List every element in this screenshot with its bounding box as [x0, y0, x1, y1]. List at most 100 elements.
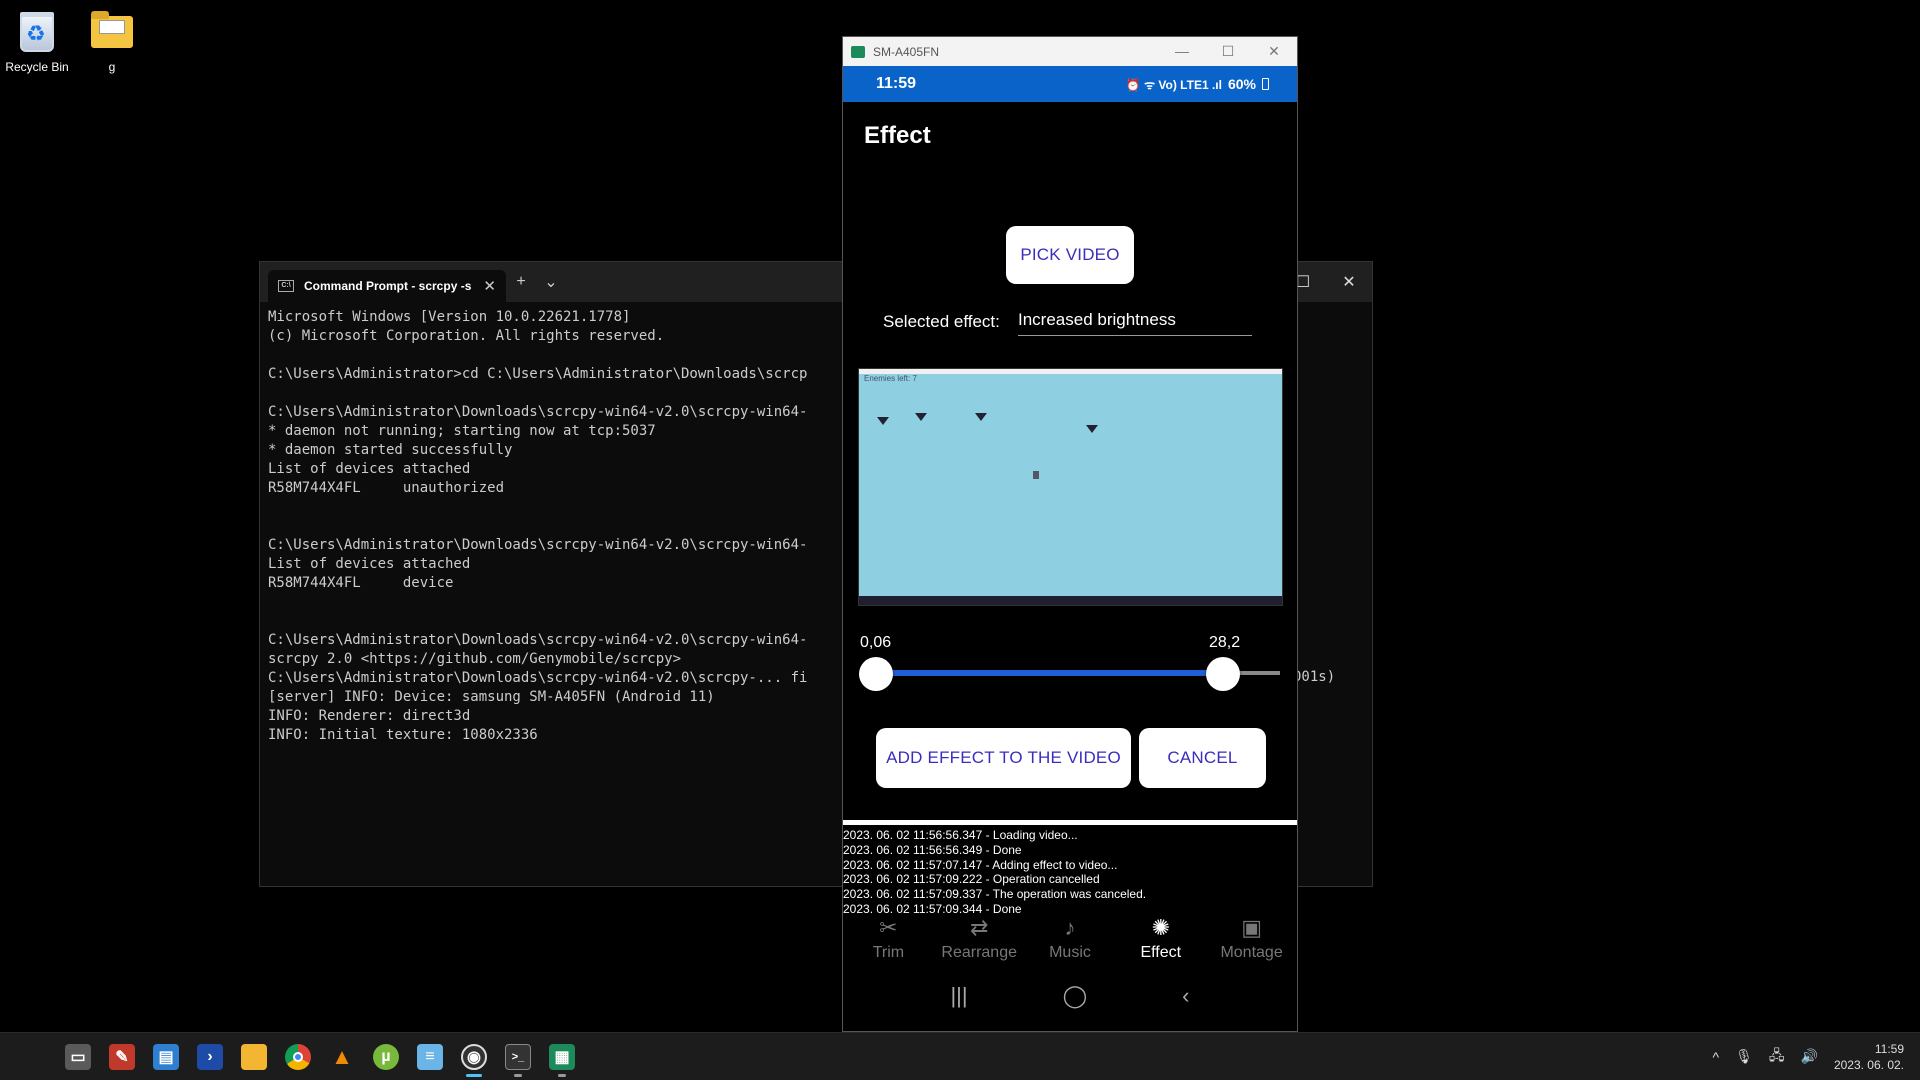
nav-music[interactable]: ♪ Music — [1025, 912, 1116, 972]
phone-minimize-button[interactable]: — — [1159, 43, 1205, 60]
terminal-overflow-text: 001s) — [1293, 669, 1336, 685]
recents-button[interactable]: ||| — [950, 983, 967, 1009]
scissors-icon: ✂ — [879, 915, 898, 940]
status-time: 11:59 — [876, 75, 917, 92]
enemy-sprite — [975, 413, 987, 421]
android-system-nav: ||| ◯ ‹ — [843, 976, 1297, 1016]
nav-label: Rearrange — [941, 944, 1017, 961]
phone-window-titlebar[interactable]: SM-A405FN — ☐ ✕ — [843, 37, 1297, 66]
folder-shortcut[interactable]: g — [76, 8, 148, 74]
remote-desktop-icon: ▤ — [153, 1043, 179, 1070]
system-tray: ^ 🎙 🖧 🔊 11:59 2023. 06. 02. — [1713, 1041, 1920, 1073]
taskbar-clock[interactable]: 11:59 2023. 06. 02. — [1834, 1041, 1904, 1073]
taskbar-chrome[interactable] — [276, 1035, 320, 1079]
nav-rearrange[interactable]: ⇄ Rearrange — [934, 912, 1025, 972]
desktop: Recycle Bin g C:\ Command Prompt - scrcp… — [0, 0, 1920, 1032]
task-view-icon: ▭ — [65, 1043, 91, 1070]
montage-icon: ▣ — [1241, 915, 1262, 940]
taskbar-scrcpy[interactable]: ▦ — [540, 1035, 584, 1079]
phone-maximize-button[interactable]: ☐ — [1205, 43, 1251, 60]
nav-trim[interactable]: ✂ Trim — [843, 912, 934, 972]
nav-effect[interactable]: ✺ Effect — [1115, 912, 1206, 972]
scrcpy-phone-window[interactable]: SM-A405FN — ☐ ✕ 11:59 ⏰ ᯤ Vo) LTE1 .ıl 6… — [842, 36, 1298, 1032]
android-status-bar: 11:59 ⏰ ᯤ Vo) LTE1 .ıl 60% — [843, 66, 1297, 102]
folder-icon — [91, 11, 133, 48]
volume-icon[interactable]: 🔊 — [1801, 1048, 1818, 1065]
taskbar-obs[interactable]: ◉ — [452, 1035, 496, 1079]
preview-taskbar — [859, 596, 1282, 605]
nav-label: Montage — [1220, 944, 1283, 961]
selected-effect-label: Selected effect: — [883, 312, 1000, 331]
enemy-sprite — [915, 413, 927, 421]
tab-dropdown-button[interactable]: ⌄ — [536, 272, 566, 292]
tray-chevron-icon[interactable]: ^ — [1713, 1049, 1720, 1065]
rearrange-icon: ⇄ — [969, 915, 989, 940]
phone-close-button[interactable]: ✕ — [1251, 43, 1297, 60]
log-line: 2023. 06. 02 11:56:56.347 - Loading vide… — [843, 828, 1078, 842]
folder-icon — [241, 1043, 267, 1070]
enemy-sprite — [1086, 425, 1098, 433]
taskbar-app-1[interactable]: ✎ — [100, 1035, 144, 1079]
status-icons: ⏰ ᯤ Vo) LTE1 .ıl — [1125, 77, 1222, 92]
recycle-bin-shortcut[interactable]: Recycle Bin — [1, 8, 73, 74]
scrcpy-app-icon — [851, 45, 865, 58]
microphone-icon[interactable]: 🎙 — [1735, 1048, 1753, 1065]
chrome-icon — [285, 1043, 311, 1070]
effect-screen: Effect PICK VIDEO Selected effect: Incre… — [843, 102, 1297, 1031]
terminal-icon: >_ — [505, 1043, 531, 1070]
taskbar-terminal[interactable]: >_ — [496, 1035, 540, 1079]
log-output: 2023. 06. 02 11:56:56.347 - Loading vide… — [843, 828, 1297, 917]
log-line: 2023. 06. 02 11:57:09.222 - Operation ca… — [843, 872, 1100, 887]
notepad-icon: ≡ — [417, 1043, 443, 1070]
home-button[interactable]: ◯ — [1063, 983, 1088, 1009]
terminal-tab-title: Command Prompt - scrcpy -s — [304, 279, 472, 293]
preview-caption: Enemies left: 7 — [864, 374, 917, 383]
terminal-tab[interactable]: C:\ Command Prompt - scrcpy -s ✕ — [268, 270, 506, 302]
desktop-icon-label: g — [108, 60, 116, 74]
log-line: 2023. 06. 02 11:57:09.337 - The operatio… — [843, 887, 1147, 902]
terminal-close-button[interactable]: ✕ — [1326, 262, 1372, 302]
cmd-icon: C:\ — [278, 280, 294, 292]
nav-montage[interactable]: ▣ Montage — [1206, 912, 1297, 972]
taskbar: ▭ ✎ ▤ › ▲ µ ≡ ◉ >_ ▦ ^ 🎙 🖧 🔊 11:59 2023.… — [0, 1032, 1920, 1080]
music-icon: ♪ — [1064, 915, 1076, 940]
powershell-icon: › — [197, 1043, 223, 1070]
range-max-label: 28,2 — [1209, 634, 1241, 651]
nav-label: Trim — [872, 944, 905, 961]
range-end-thumb[interactable] — [1206, 657, 1241, 691]
taskbar-app-2[interactable]: ▤ — [144, 1035, 188, 1079]
taskbar-notepad[interactable]: ≡ — [408, 1035, 452, 1079]
range-start-thumb[interactable] — [859, 657, 893, 691]
cancel-button[interactable]: CANCEL — [1139, 728, 1266, 788]
close-tab-icon[interactable]: ✕ — [483, 277, 496, 295]
taskbar-powershell[interactable]: › — [188, 1035, 232, 1079]
new-tab-button[interactable]: + — [506, 273, 536, 291]
battery-icon — [1262, 78, 1269, 90]
screen-title: Effect — [864, 122, 931, 149]
pick-video-button[interactable]: PICK VIDEO — [1006, 226, 1134, 284]
divider — [843, 820, 1297, 825]
nav-label: Effect — [1140, 944, 1182, 961]
selected-effect-dropdown[interactable]: Increased brightness — [1018, 310, 1252, 336]
windows-icon — [22, 1045, 46, 1069]
range-slider-fill — [876, 670, 1224, 676]
bottom-navigation: ✂ Trim ⇄ Rearrange ♪ Music ✺ Effect ▣ Mo… — [843, 912, 1297, 972]
start-button[interactable] — [12, 1035, 56, 1079]
scrcpy-icon: ▦ — [549, 1043, 575, 1070]
battery-level: 60% — [1227, 76, 1256, 92]
phone-window-title: SM-A405FN — [873, 44, 940, 59]
taskbar-vlc[interactable]: ▲ — [320, 1035, 364, 1079]
back-button[interactable]: ‹ — [1182, 983, 1189, 1009]
nav-label: Music — [1049, 944, 1091, 961]
taskbar-file-explorer[interactable] — [232, 1035, 276, 1079]
effect-icon: ✺ — [1151, 915, 1170, 940]
network-icon[interactable]: 🖧 — [1769, 1045, 1785, 1069]
taskbar-task-view[interactable]: ▭ — [56, 1035, 100, 1079]
add-effect-button[interactable]: ADD EFFECT TO THE VIDEO — [876, 728, 1131, 788]
video-preview[interactable]: Enemies left: 7 — [858, 368, 1283, 606]
enemy-sprite — [877, 417, 889, 425]
clock-date: 2023. 06. 02. — [1833, 1057, 1904, 1072]
vlc-icon: ▲ — [331, 1043, 353, 1069]
taskbar-utorrent[interactable]: µ — [364, 1035, 408, 1079]
log-line: 2023. 06. 02 11:57:07.147 - Adding effec… — [843, 857, 1118, 872]
